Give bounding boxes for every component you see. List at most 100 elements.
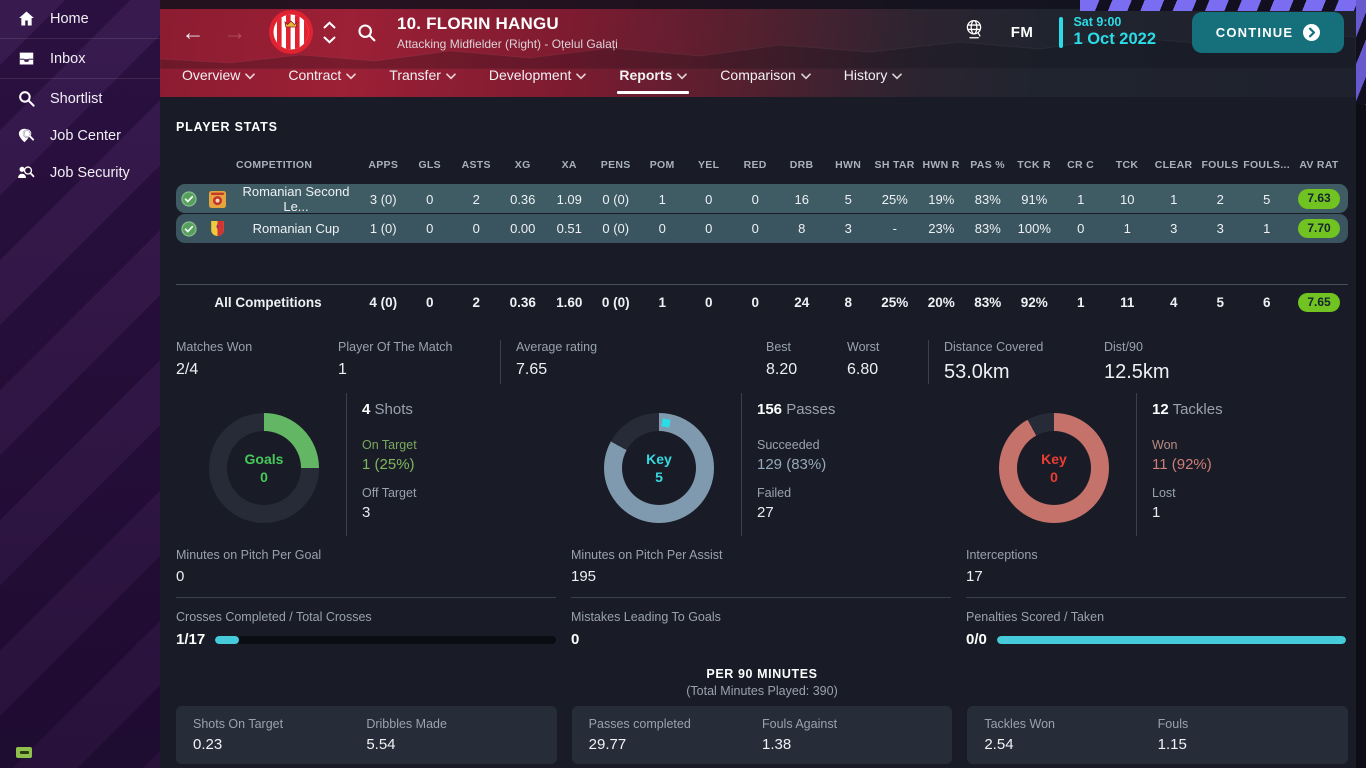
column-header[interactable]: YEL [685, 159, 731, 171]
competition-name: Romanian Cup [252, 221, 340, 236]
tab-contract[interactable]: Contract [288, 67, 357, 88]
minutes-per-goal-stat: Minutes on Pitch Per Goal 0 [176, 548, 556, 598]
column-header[interactable]: PENS [592, 159, 638, 171]
stat-value: 0.51 [556, 221, 582, 236]
shots-info: 4 Shots On Target 1 (25%) Off Target 3 [346, 393, 556, 536]
donut-row: Goals 0 4 Shots On Target 1 (25%) Off Ta… [176, 393, 1348, 536]
sidebar-item-shortlist[interactable]: Shortlist [0, 80, 160, 117]
column-header[interactable]: DRB [778, 159, 825, 171]
tab-overview[interactable]: Overview [182, 67, 256, 88]
per-90-card-passing: Passes completed 29.77 Fouls Against 1.38 [571, 706, 953, 764]
crosses-progress-bar [215, 635, 556, 644]
summary-best-rating: Best 8.20 [766, 340, 798, 378]
chevron-down-icon [677, 72, 688, 80]
sidebar-item-home[interactable]: Home [0, 0, 160, 37]
home-icon [15, 9, 37, 28]
penalties-stat: Penalties Scored / Taken 0/0 [966, 598, 1346, 648]
per-90-cards: Shots On Target 0.23 Dribbles Made 5.54 Pa… [176, 706, 1349, 764]
stat-value: 91% [1021, 191, 1048, 207]
average-rating-badge: 7.63 [1290, 189, 1348, 209]
donut-center-value: 0 [260, 469, 268, 485]
per-90-header: PER 90 MINUTES (Total Minutes Played: 39… [176, 667, 1348, 698]
stat-value: 1 [1123, 221, 1131, 236]
tab-comparison[interactable]: Comparison [720, 67, 811, 88]
column-header[interactable]: GLS [406, 159, 452, 171]
stat-value: 0 [705, 191, 713, 207]
chevron-down-icon[interactable] [323, 36, 336, 44]
globe-icon[interactable] [963, 18, 985, 47]
stat-value: 8 [798, 221, 806, 236]
chevron-down-icon [892, 72, 903, 80]
sidebar-item-job-security[interactable]: Job Security [0, 154, 160, 191]
stat-total-value: 1 [1076, 295, 1085, 310]
forward-button[interactable]: → [218, 20, 252, 44]
column-header[interactable]: ASTS [453, 159, 499, 171]
column-header[interactable]: FOULS... [1243, 159, 1290, 171]
column-header[interactable]: RED [732, 159, 778, 171]
competition-row[interactable]: Romanian Second Le... 3 (0) 0 2 0.36 1.09 0 (0… [176, 184, 1348, 214]
crosses-stat: Crosses Completed / Total Crosses 1/17 [176, 598, 556, 648]
column-header[interactable]: CR C [1057, 159, 1103, 171]
inbox-icon [15, 49, 37, 68]
stat-value: 83% [974, 191, 1001, 207]
chevron-up-icon[interactable] [323, 20, 336, 29]
continue-button[interactable]: CONTINUE [1192, 11, 1344, 53]
donut-center-value: 0 [1050, 469, 1058, 485]
per-90-card-defending: Tackles Won 2.54 Fouls 1.15 [967, 706, 1349, 764]
passes-failed-stat: Failed 27 [757, 486, 792, 521]
club-badge[interactable] [268, 9, 314, 55]
summary-worst-rating: Worst 6.80 [847, 340, 880, 378]
summary-distance-covered: Distance Covered 53.0km [928, 340, 1104, 384]
chevron-down-icon [346, 72, 357, 80]
main-panel: ← → 10. FLORIN HANGU Attacking Midfielde… [160, 0, 1356, 768]
passes-succeeded-stat: Succeeded 129 (83%) [757, 438, 827, 473]
stat-value: 3 [1170, 221, 1178, 236]
stat-total-value: 0 [704, 295, 713, 310]
stat-value: 0 [1077, 221, 1085, 236]
column-header[interactable]: HWN [825, 159, 871, 171]
tab-transfer[interactable]: Transfer [389, 67, 456, 88]
back-button[interactable]: ← [176, 20, 210, 44]
date-display: Sat 9:00 1 Oct 2022 [1059, 15, 1156, 49]
tab-history[interactable]: History [844, 67, 903, 88]
tab-development[interactable]: Development [489, 67, 587, 88]
stat-total-value: 0 (0) [601, 295, 630, 310]
continue-arrow-icon [1303, 23, 1321, 41]
player-stepper[interactable] [323, 20, 336, 44]
column-header[interactable]: XG [499, 159, 545, 171]
passes-count: 156 [757, 401, 783, 418]
stat-value: 83% [974, 221, 1001, 236]
passes-panel: Key 5 156 Passes Succeeded 129 (83%) Fai… [571, 393, 951, 536]
average-rating-badge: 7.65 [1290, 292, 1348, 313]
tab-reports[interactable]: Reports [617, 67, 690, 94]
column-header[interactable]: TCK R [1011, 159, 1058, 171]
column-header[interactable]: TCK [1104, 159, 1150, 171]
stat-total-value: 8 [844, 295, 852, 310]
stat-value: - [892, 221, 897, 236]
stat-value: 1 (0) [369, 221, 397, 236]
column-header-competition[interactable]: COMPETITION [232, 159, 360, 171]
stat-value: 23% [928, 221, 955, 236]
sidebar-item-job-center[interactable]: Job Center [0, 117, 160, 154]
stat-total-value: 4 [1169, 295, 1178, 310]
column-header[interactable]: XA [546, 159, 593, 171]
column-header[interactable]: PAS % [964, 159, 1010, 171]
column-header[interactable]: FOULS [1197, 159, 1243, 171]
current-date: 1 Oct 2022 [1073, 30, 1156, 48]
donut-center-label: Key [646, 451, 672, 467]
all-competitions-row[interactable]: All Competitions 4 (0) 0 2 0.36 1.60 0 (0) 1 0 0 2… [176, 284, 1348, 317]
column-header[interactable]: POM [639, 159, 685, 171]
column-header[interactable]: APPS [360, 159, 406, 171]
column-header[interactable]: HWN R [918, 159, 964, 171]
column-header[interactable]: SH TAR [871, 159, 917, 171]
competition-row[interactable]: Romanian Cup 1 (0) 0 0 0.00 0.51 0 (0) 0 0 0 8 3 - 23… [176, 214, 1348, 243]
column-header[interactable]: AV RAT [1290, 159, 1348, 171]
sidebar-item-inbox[interactable]: Inbox [0, 40, 160, 77]
column-header[interactable]: CLEAR [1150, 159, 1196, 171]
stat-total-value: 6 [1262, 295, 1271, 310]
sidebar: Home Inbox Shortlist Job Center Job Secu… [0, 0, 160, 768]
tackles-info: 12 Tackles Won 11 (92%) Lost 1 [1136, 393, 1346, 536]
fm-logo: FM [1010, 23, 1034, 41]
mid-col-defense: Interceptions 17 Penalties Scored / Take… [966, 548, 1346, 648]
search-button[interactable] [356, 22, 377, 43]
